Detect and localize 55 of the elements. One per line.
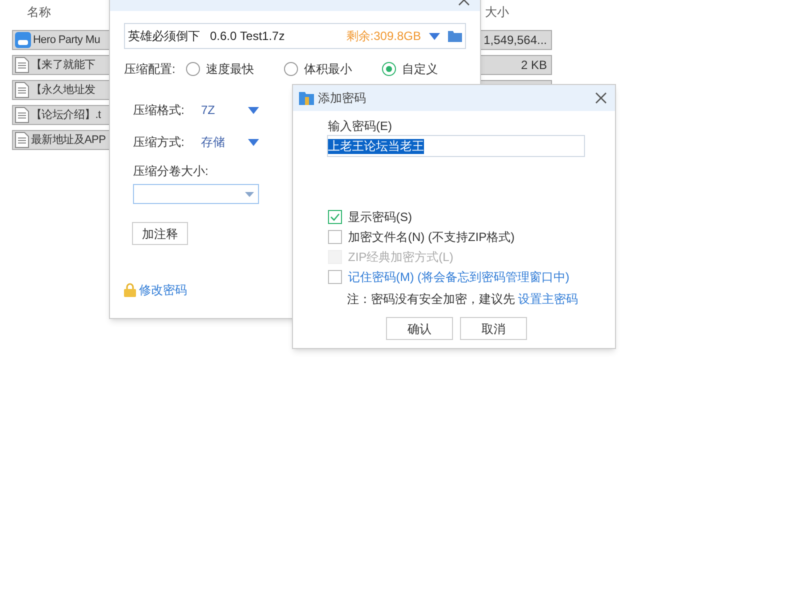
radio-button[interactable]	[382, 62, 396, 76]
radio-label: 体积最小	[304, 61, 352, 78]
folder-icon[interactable]	[448, 30, 462, 42]
close-icon[interactable]	[595, 92, 607, 104]
caret-icon	[245, 192, 254, 196]
column-header[interactable]: 名称	[27, 3, 51, 21]
password-field[interactable]: 上老王论坛当老王	[327, 135, 585, 157]
volume-label: 压缩分卷大小:	[133, 163, 210, 180]
file-name: 【论坛介绍】.t	[31, 108, 101, 123]
checkbox-label: 显示密码(S)	[348, 209, 412, 226]
caret-icon	[248, 106, 259, 114]
security-note: 注：密码没有安全加密，建议先	[347, 291, 515, 308]
password-value: 上老王论坛当老王	[328, 138, 424, 154]
comment-button[interactable]: 加注释	[132, 222, 188, 245]
file-name: 【永久地址发	[31, 82, 96, 98]
file-path: 英雄必须倒下 0.6.0 Test1.7z	[128, 28, 285, 45]
column-header[interactable]: 大小	[485, 3, 509, 21]
radio-label: 自定义	[402, 61, 438, 78]
free-space: 剩余:309.8GB	[346, 28, 421, 45]
checkbox[interactable]	[328, 210, 342, 224]
document-icon	[15, 107, 29, 123]
master-password-link[interactable]: 设置主密码	[518, 290, 578, 308]
radio-button[interactable]	[186, 62, 200, 76]
document-icon	[15, 132, 29, 148]
dialog-title: 添加密码	[318, 90, 366, 107]
method-label: 压缩方式:	[133, 134, 186, 151]
profile-label: 压缩配置:	[124, 61, 176, 78]
file-size: 1,549,564...	[484, 32, 547, 49]
caret-icon	[429, 32, 440, 40]
document-icon	[15, 57, 29, 73]
volume-dropdown[interactable]	[133, 184, 259, 204]
password-label: 输入密码(E)	[328, 119, 393, 133]
radio-button[interactable]	[284, 62, 298, 76]
checkbox-label: ZIP经典加密方式(L)	[348, 249, 454, 266]
app-icon	[15, 32, 31, 48]
caret-icon	[248, 138, 259, 146]
dialog-button[interactable]: 取消	[460, 317, 527, 340]
checkbox-label: 加密文件名(N) (不支持ZIP格式)	[348, 229, 515, 246]
checkbox-label: 记住密码(M) (将会备忘到密码管理窗口中)	[348, 269, 570, 286]
format-label: 压缩格式:	[133, 102, 186, 119]
folder-icon	[299, 91, 314, 105]
checkbox[interactable]	[328, 270, 342, 284]
file-name: 最新地址及APP	[31, 132, 106, 148]
file-name: 【来了就能下	[31, 58, 96, 73]
method-dropdown[interactable]: 存储	[201, 133, 259, 151]
path-field[interactable]: 英雄必须倒下 0.6.0 Test1.7z 剩余:309.8GB	[124, 23, 466, 49]
file-name: Hero Party Mu	[33, 32, 100, 48]
format-dropdown[interactable]: 7Z	[201, 101, 259, 119]
lock-icon	[124, 283, 136, 297]
document-icon	[15, 82, 29, 98]
change-password-link[interactable]: 修改密码	[139, 281, 187, 299]
dialog-button[interactable]: 确认	[386, 317, 453, 340]
file-size: 2 KB	[520, 57, 547, 74]
radio-label: 速度最快	[206, 61, 254, 78]
checkbox[interactable]	[328, 230, 342, 244]
